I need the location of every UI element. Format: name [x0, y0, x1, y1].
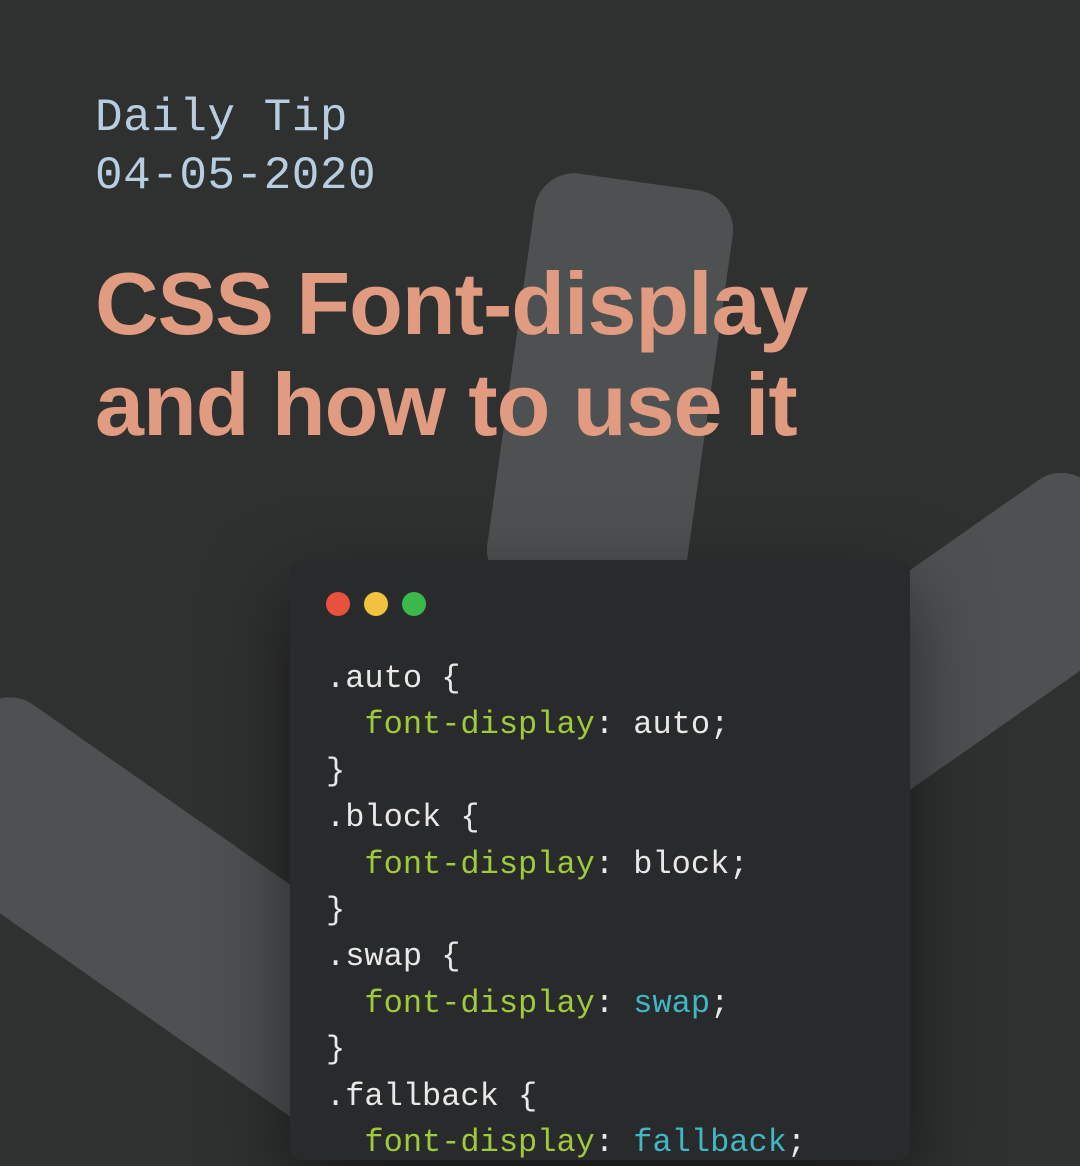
header: Daily Tip 04-05-2020 CSS Font-display an…	[95, 90, 808, 455]
code-window: .auto { font-display: auto; } .block { f…	[290, 560, 910, 1160]
subtitle: Daily Tip 04-05-2020	[95, 90, 808, 205]
title-line: and how to use it	[95, 355, 797, 454]
code-block: .auto { font-display: auto; } .block { f…	[326, 656, 874, 1166]
title-line: CSS Font-display	[95, 254, 808, 353]
subtitle-line: Daily Tip	[95, 92, 348, 144]
close-icon	[326, 592, 350, 616]
traffic-lights	[326, 592, 874, 616]
page-title: CSS Font-display and how to use it	[95, 253, 808, 455]
subtitle-line: 04-05-2020	[95, 150, 376, 202]
maximize-icon	[402, 592, 426, 616]
minimize-icon	[364, 592, 388, 616]
